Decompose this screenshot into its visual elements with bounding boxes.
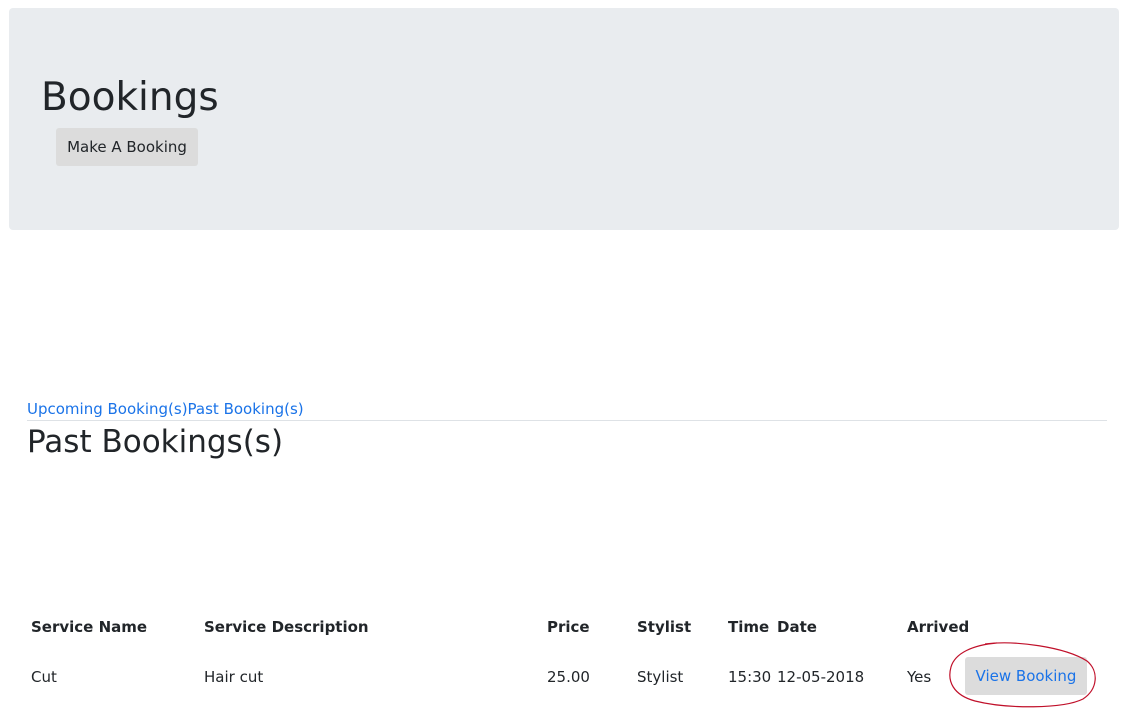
tabs-divider xyxy=(27,420,1107,421)
column-header-time: Time xyxy=(728,618,770,636)
cell-stylist: Stylist xyxy=(637,668,684,686)
make-booking-button[interactable]: Make A Booking xyxy=(56,128,198,166)
cell-service-description: Hair cut xyxy=(204,668,264,686)
table-row: Cut Hair cut 25.00 Stylist 15:30 12-05-2… xyxy=(0,667,1126,687)
column-header-service-description: Service Description xyxy=(204,618,369,636)
column-header-arrived: Arrived xyxy=(907,618,970,636)
cell-service-name: Cut xyxy=(31,668,57,686)
column-header-service-name: Service Name xyxy=(31,618,148,636)
column-header-price: Price xyxy=(547,618,590,636)
cell-price: 25.00 xyxy=(547,668,590,686)
tab-past-bookings[interactable]: Past Booking(s) xyxy=(188,400,304,418)
header-jumbotron: Bookings Make A Booking xyxy=(9,8,1119,230)
column-header-date: Date xyxy=(777,618,817,636)
view-booking-button[interactable]: View Booking xyxy=(965,657,1087,695)
section-title: Past Bookings(s) xyxy=(27,424,284,460)
tab-upcoming-bookings[interactable]: Upcoming Booking(s) xyxy=(27,400,188,418)
cell-time: 15:30 xyxy=(728,668,772,686)
table-header-row: Service Name Service Description Price S… xyxy=(0,617,1126,637)
cell-date: 12-05-2018 xyxy=(777,668,865,686)
page-title: Bookings xyxy=(41,75,219,120)
cell-arrived: Yes xyxy=(907,668,932,686)
column-header-stylist: Stylist xyxy=(637,618,692,636)
booking-tabs: Upcoming Booking(s)Past Booking(s) xyxy=(27,399,304,419)
